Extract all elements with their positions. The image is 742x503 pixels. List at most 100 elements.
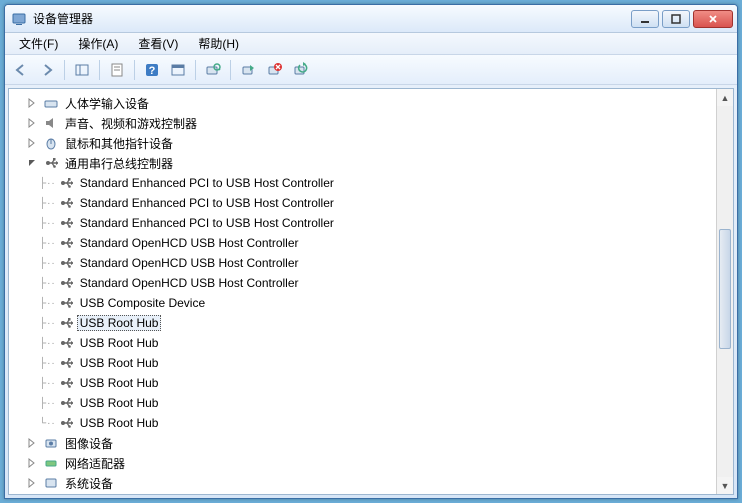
menu-help[interactable]: 帮助(H) — [188, 33, 249, 54]
usb-device-icon — [58, 215, 74, 231]
tree-device-label: USB Root Hub — [77, 395, 162, 411]
toolbar-separator — [195, 60, 196, 80]
usb-device-icon — [58, 275, 74, 291]
expand-toggle-icon[interactable] — [27, 478, 41, 488]
toolbar-separator — [99, 60, 100, 80]
network-category-icon — [43, 455, 59, 471]
toolbar-separator — [134, 60, 135, 80]
scroll-thumb[interactable] — [719, 229, 731, 349]
tree-device-label: USB Root Hub — [77, 355, 162, 371]
menu-action[interactable]: 操作(A) — [68, 33, 128, 54]
usb-device-icon — [58, 295, 74, 311]
imaging-category-icon — [43, 435, 59, 451]
tree-category-network[interactable]: 网络适配器 — [9, 453, 716, 473]
usb-device-icon — [58, 415, 74, 431]
uninstall-button[interactable] — [262, 58, 286, 82]
system-category-icon — [43, 475, 59, 491]
device-manager-window: 设备管理器 文件(F) 操作(A) 查看(V) 帮助(H) ? — [4, 4, 738, 499]
tree-device-label: USB Root Hub — [77, 335, 162, 351]
tree-device-item[interactable]: ├··USB Root Hub — [9, 353, 716, 373]
tree-connector: ├·· — [39, 318, 56, 329]
menu-file[interactable]: 文件(F) — [9, 33, 68, 54]
svg-text:?: ? — [149, 65, 156, 77]
tree-device-item[interactable]: ├·· USB Composite Device — [9, 293, 716, 313]
vertical-scrollbar[interactable]: ▲ ▼ — [716, 89, 733, 494]
tree-device-label: Standard OpenHCD USB Host Controller — [77, 235, 302, 251]
tree-device-item[interactable]: ├·· Standard OpenHCD USB Host Controller — [9, 233, 716, 253]
scan-hardware-button[interactable] — [201, 58, 225, 82]
tree-category-label: 人体学输入设备 — [62, 94, 152, 113]
tree-device-label: Standard OpenHCD USB Host Controller — [77, 275, 302, 291]
close-button[interactable] — [693, 10, 733, 28]
tree-connector: ├·· — [39, 238, 56, 249]
usb-device-icon — [58, 375, 74, 391]
tree-connector: ├·· — [39, 298, 56, 309]
expand-toggle-icon[interactable] — [27, 438, 41, 448]
tree-connector: ├·· — [39, 278, 56, 289]
help-button[interactable]: ? — [140, 58, 164, 82]
maximize-button[interactable] — [662, 10, 690, 28]
tree-connector: ├·· — [39, 178, 56, 189]
tree-category-imaging[interactable]: 图像设备 — [9, 433, 716, 453]
tree-category-usb[interactable]: 通用串行总线控制器 — [9, 153, 716, 173]
tree-connector: └·· — [39, 418, 56, 429]
usb-device-icon — [58, 315, 74, 331]
tree-device-item[interactable]: ├··USB Root Hub — [9, 313, 716, 333]
minimize-button[interactable] — [631, 10, 659, 28]
mouse-category-icon — [43, 135, 59, 151]
window-title: 设备管理器 — [33, 10, 631, 27]
tree-category-label: 声音、视频和游戏控制器 — [62, 114, 200, 133]
action-button[interactable] — [166, 58, 190, 82]
scroll-up-arrow[interactable]: ▲ — [717, 89, 733, 106]
tree-device-label: USB Composite Device — [77, 295, 208, 311]
tree-connector: ├·· — [39, 398, 56, 409]
tree-device-label: Standard OpenHCD USB Host Controller — [77, 255, 302, 271]
expand-toggle-icon[interactable] — [27, 118, 41, 128]
enable-button[interactable] — [236, 58, 260, 82]
tree-connector: ├·· — [39, 258, 56, 269]
toolbar-separator — [230, 60, 231, 80]
properties-button[interactable] — [105, 58, 129, 82]
device-tree[interactable]: 人体学输入设备声音、视频和游戏控制器鼠标和其他指针设备通用串行总线控制器 ├·· S… — [9, 89, 716, 494]
tree-connector: ├·· — [39, 218, 56, 229]
update-driver-button[interactable] — [288, 58, 312, 82]
window-controls — [631, 10, 733, 28]
tree-device-item[interactable]: ├·· USB Root Hub — [9, 393, 716, 413]
forward-button[interactable] — [35, 58, 59, 82]
titlebar[interactable]: 设备管理器 — [5, 5, 737, 33]
sound-category-icon — [43, 115, 59, 131]
tree-device-item[interactable]: ├··USB Root Hub — [9, 333, 716, 353]
tree-device-item[interactable]: ├·· Standard OpenHCD USB Host Controller — [9, 253, 716, 273]
usb-device-icon — [58, 255, 74, 271]
expand-toggle-icon[interactable] — [27, 138, 41, 148]
tree-category-system[interactable]: 系统设备 — [9, 473, 716, 493]
expand-toggle-icon[interactable] — [27, 158, 41, 168]
tree-device-label: Standard Enhanced PCI to USB Host Contro… — [77, 195, 337, 211]
menu-view[interactable]: 查看(V) — [128, 33, 188, 54]
usb-device-icon — [58, 235, 74, 251]
tree-device-item[interactable]: ├·· Standard Enhanced PCI to USB Host Con… — [9, 193, 716, 213]
menubar: 文件(F) 操作(A) 查看(V) 帮助(H) — [5, 33, 737, 55]
tree-category-mouse[interactable]: 鼠标和其他指针设备 — [9, 133, 716, 153]
tree-category-sound[interactable]: 声音、视频和游戏控制器 — [9, 113, 716, 133]
show-hide-tree-button[interactable] — [70, 58, 94, 82]
app-icon — [11, 11, 27, 27]
back-button[interactable] — [9, 58, 33, 82]
usb-device-icon — [58, 175, 74, 191]
content-area: 人体学输入设备声音、视频和游戏控制器鼠标和其他指针设备通用串行总线控制器 ├·· S… — [8, 88, 734, 495]
tree-device-item[interactable]: ├·· Standard OpenHCD USB Host Controller — [9, 273, 716, 293]
expand-toggle-icon[interactable] — [27, 458, 41, 468]
toolbar-separator — [64, 60, 65, 80]
tree-device-item[interactable]: ├··Standard Enhanced PCI to USB Host Con… — [9, 213, 716, 233]
hid-category-icon — [43, 95, 59, 111]
scroll-down-arrow[interactable]: ▼ — [717, 477, 733, 494]
tree-connector: ├·· — [39, 378, 56, 389]
tree-device-item[interactable]: ├··Standard Enhanced PCI to USB Host Con… — [9, 173, 716, 193]
tree-category-label: 鼠标和其他指针设备 — [62, 134, 176, 153]
tree-device-item[interactable]: ├··USB Root Hub — [9, 373, 716, 393]
usb-device-icon — [58, 355, 74, 371]
tree-device-item[interactable]: └··USB Root Hub — [9, 413, 716, 433]
tree-category-hid[interactable]: 人体学输入设备 — [9, 93, 716, 113]
expand-toggle-icon[interactable] — [27, 98, 41, 108]
tree-connector: ├·· — [39, 198, 56, 209]
